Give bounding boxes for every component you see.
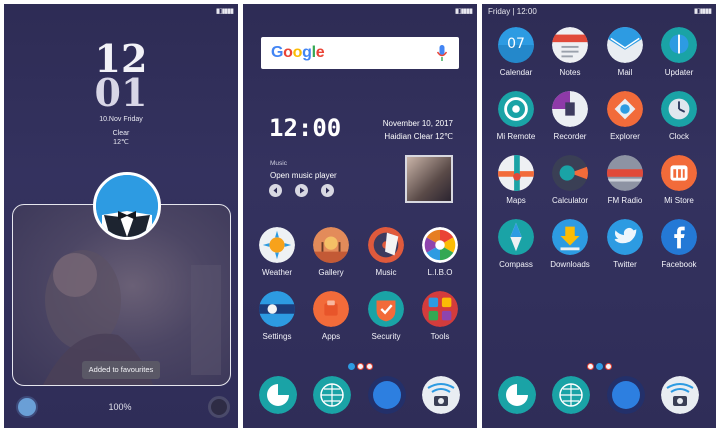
microphone-icon[interactable] bbox=[437, 45, 447, 61]
status-bar: Friday | 12:00 ▮▯▮▮▮▮ bbox=[482, 4, 716, 18]
messages-icon[interactable] bbox=[368, 376, 406, 414]
play-button[interactable] bbox=[295, 184, 308, 197]
maps-icon[interactable] bbox=[498, 155, 534, 191]
previous-track-button[interactable] bbox=[269, 184, 282, 197]
tools-icon[interactable] bbox=[422, 291, 458, 327]
lock-weather: Clear bbox=[112, 130, 130, 137]
google-search-bar[interactable]: Google bbox=[261, 37, 459, 69]
app-label: Explorer bbox=[610, 132, 640, 141]
clock-minute: 01 bbox=[94, 70, 148, 115]
phone-icon[interactable] bbox=[259, 376, 297, 414]
app-label: Security bbox=[371, 332, 401, 341]
left-shortcut-icon[interactable] bbox=[16, 396, 38, 418]
apps-icon[interactable] bbox=[313, 291, 349, 327]
widget-date-block: November 10, 2017 Haidian Clear 12℃ bbox=[383, 117, 453, 143]
app-label: Calculator bbox=[551, 196, 588, 205]
clock-icon[interactable] bbox=[661, 91, 697, 127]
widget-time: 12:00 bbox=[269, 114, 342, 142]
app-label: Maps bbox=[506, 196, 526, 205]
page-dot bbox=[605, 363, 612, 370]
page-dot-active bbox=[596, 363, 603, 370]
weather-icon[interactable] bbox=[259, 227, 295, 263]
page-indicator bbox=[586, 357, 613, 370]
recorder-icon[interactable] bbox=[552, 91, 588, 127]
app-label: Calendar bbox=[499, 68, 533, 77]
status-time: Friday | 12:00 bbox=[488, 7, 537, 16]
app-label: Tools bbox=[430, 332, 450, 341]
notes-icon[interactable] bbox=[552, 27, 588, 63]
phone-icon[interactable] bbox=[498, 376, 536, 414]
downloads-icon[interactable] bbox=[552, 219, 588, 255]
home-screen: ▮▯▮▮▮▮ Google 12:00 November 10, 2017 Ha… bbox=[243, 4, 477, 428]
progress-label: 100% bbox=[108, 402, 132, 412]
lock-temperature: 12℃ bbox=[113, 139, 129, 146]
app-label: Music bbox=[375, 268, 397, 277]
status-bar: ▮▯▮▮▮▮ bbox=[4, 4, 238, 18]
lock-date: 10.Nov Friday bbox=[99, 116, 143, 123]
camera-icon[interactable] bbox=[661, 376, 699, 414]
radio-icon[interactable] bbox=[607, 155, 643, 191]
app-label: L.I.B.O bbox=[427, 268, 453, 277]
calendar-day-badge: 07 bbox=[507, 36, 525, 52]
app-label: Mail bbox=[617, 68, 633, 77]
mail-icon[interactable] bbox=[607, 27, 643, 63]
widget-weather: Haidian Clear 12℃ bbox=[384, 132, 453, 141]
app-label: Updater bbox=[664, 68, 694, 77]
app-drawer-screen: Friday | 12:00 ▮▯▮▮▮▮ 07 Calendar Notes Mai… bbox=[482, 4, 716, 428]
compass-icon[interactable] bbox=[498, 219, 534, 255]
google-logo: Google bbox=[271, 44, 325, 61]
camera-icon[interactable] bbox=[422, 376, 460, 414]
libo-icon[interactable] bbox=[422, 227, 458, 263]
app-label: FM Radio bbox=[607, 196, 643, 205]
browser-icon[interactable] bbox=[313, 376, 351, 414]
facebook-icon[interactable] bbox=[661, 219, 697, 255]
page-dot-active bbox=[348, 363, 355, 370]
favourite-toast: Added to favourites bbox=[82, 361, 160, 379]
app-label: Clock bbox=[668, 132, 689, 141]
page-dot bbox=[587, 363, 594, 370]
updater-icon[interactable] bbox=[661, 27, 697, 63]
calculator-icon[interactable] bbox=[552, 155, 588, 191]
app-label: Facebook bbox=[661, 260, 697, 269]
browser-icon[interactable] bbox=[552, 376, 590, 414]
twitter-icon[interactable] bbox=[607, 219, 643, 255]
app-label: Settings bbox=[262, 332, 292, 341]
page-dot bbox=[366, 363, 373, 370]
calendar-icon[interactable]: 07 bbox=[498, 27, 534, 63]
app-label: Compass bbox=[499, 260, 533, 269]
battery-icon: ▮▯▮▮▮▮ bbox=[454, 8, 473, 15]
app-label: Apps bbox=[321, 332, 341, 341]
widget-date: November 10, 2017 bbox=[382, 119, 453, 128]
music-widget-title: Music bbox=[270, 160, 287, 167]
messages-icon[interactable] bbox=[607, 376, 645, 414]
album-art[interactable] bbox=[405, 155, 453, 203]
battery-icon: ▮▯▮▮▮▮ bbox=[693, 8, 712, 15]
app-label: Mi Store bbox=[664, 196, 694, 205]
store-icon[interactable] bbox=[661, 155, 697, 191]
gallery-icon[interactable] bbox=[313, 227, 349, 263]
music-icon[interactable] bbox=[368, 227, 404, 263]
remote-icon[interactable] bbox=[498, 91, 534, 127]
lock-screen: ▮▯▮▮▮▮ 12 01 10.Nov Friday Clear 12℃ Add… bbox=[4, 4, 238, 428]
page-indicator bbox=[347, 357, 374, 370]
explorer-icon[interactable] bbox=[607, 91, 643, 127]
status-bar: ▮▯▮▮▮▮ bbox=[243, 4, 477, 18]
app-label: Twitter bbox=[613, 260, 637, 269]
right-shortcut-icon[interactable] bbox=[208, 396, 230, 418]
app-label: Weather bbox=[261, 268, 293, 277]
settings-icon[interactable] bbox=[259, 291, 295, 327]
app-label: Mi Remote bbox=[496, 132, 536, 141]
page-dot bbox=[357, 363, 364, 370]
app-label: Recorder bbox=[553, 132, 587, 141]
app-label: Gallery bbox=[318, 268, 344, 277]
battery-icon: ▮▯▮▮▮▮ bbox=[215, 8, 234, 15]
music-widget-subtitle[interactable]: Open music player bbox=[270, 171, 337, 180]
next-track-button[interactable] bbox=[321, 184, 334, 197]
app-label: Downloads bbox=[550, 260, 590, 269]
tuxedo-avatar-icon[interactable] bbox=[93, 172, 161, 240]
app-label: Notes bbox=[559, 68, 581, 77]
security-icon[interactable] bbox=[368, 291, 404, 327]
